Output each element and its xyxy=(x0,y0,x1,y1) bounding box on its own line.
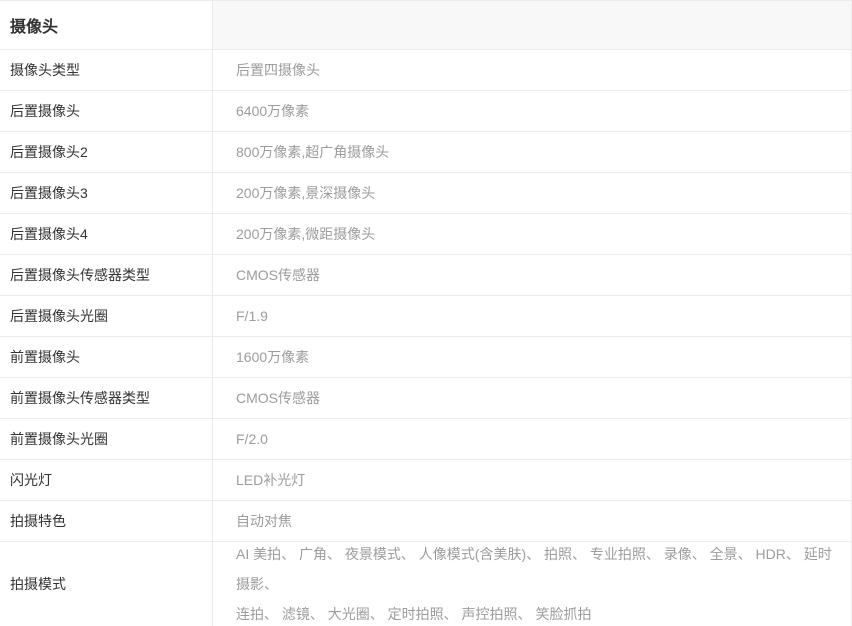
spec-row-front-camera: 前置摄像头 1600万像素 xyxy=(0,337,851,378)
spec-label: 闪光灯 xyxy=(0,460,212,501)
spec-label: 后置摄像头传感器类型 xyxy=(0,255,212,296)
spec-value: F/2.0 xyxy=(212,419,851,460)
spec-value: AI 美拍、 广角、 夜景模式、 人像模式(含美肤)、 拍照、 专业拍照、 录像… xyxy=(212,542,851,626)
section-header-cell: 摄像头 xyxy=(0,1,212,50)
spec-label: 后置摄像头 xyxy=(0,91,212,132)
camera-spec-table: 摄像头 摄像头类型 后置四摄像头 后置摄像头 6400万像素 后置摄像头2 80… xyxy=(0,0,852,626)
spec-value: CMOS传感器 xyxy=(212,378,851,419)
spec-row-rear-camera-3: 后置摄像头3 200万像素,景深摄像头 xyxy=(0,173,851,214)
section-header-row: 摄像头 xyxy=(0,1,851,50)
section-header-spacer xyxy=(212,1,851,50)
section-title: 摄像头 xyxy=(10,13,58,37)
spec-row-rear-aperture: 后置摄像头光圈 F/1.9 xyxy=(0,296,851,337)
spec-row-front-aperture: 前置摄像头光圈 F/2.0 xyxy=(0,419,851,460)
spec-row-shooting-modes: 拍摄模式 AI 美拍、 广角、 夜景模式、 人像模式(含美肤)、 拍照、 专业拍… xyxy=(0,542,851,626)
spec-value: 6400万像素 xyxy=(212,91,851,132)
spec-value: 1600万像素 xyxy=(212,337,851,378)
spec-row-front-sensor-type: 前置摄像头传感器类型 CMOS传感器 xyxy=(0,378,851,419)
spec-value: 后置四摄像头 xyxy=(212,50,851,91)
spec-row-flash: 闪光灯 LED补光灯 xyxy=(0,460,851,501)
spec-label: 后置摄像头3 xyxy=(0,173,212,214)
spec-value-line: 连拍、 滤镜、 大光圈、 定时拍照、 声控拍照、 笑脸抓拍 xyxy=(236,599,591,626)
spec-value: 200万像素,微距摄像头 xyxy=(212,214,851,255)
spec-label: 后置摄像头光圈 xyxy=(0,296,212,337)
spec-label: 拍摄模式 xyxy=(0,542,212,626)
spec-value: 自动对焦 xyxy=(212,501,851,542)
spec-row-rear-camera-2: 后置摄像头2 800万像素,超广角摄像头 xyxy=(0,132,851,173)
spec-row-shooting-feature: 拍摄特色 自动对焦 xyxy=(0,501,851,542)
spec-row-rear-camera: 后置摄像头 6400万像素 xyxy=(0,91,851,132)
spec-row-rear-sensor-type: 后置摄像头传感器类型 CMOS传感器 xyxy=(0,255,851,296)
spec-value: 200万像素,景深摄像头 xyxy=(212,173,851,214)
spec-label: 前置摄像头光圈 xyxy=(0,419,212,460)
spec-label: 后置摄像头4 xyxy=(0,214,212,255)
spec-value-line: AI 美拍、 广角、 夜景模式、 人像模式(含美肤)、 拍照、 专业拍照、 录像… xyxy=(236,539,841,599)
spec-label: 摄像头类型 xyxy=(0,50,212,91)
spec-label: 拍摄特色 xyxy=(0,501,212,542)
spec-label: 前置摄像头 xyxy=(0,337,212,378)
spec-value: F/1.9 xyxy=(212,296,851,337)
spec-row-camera-type: 摄像头类型 后置四摄像头 xyxy=(0,50,851,91)
spec-value: CMOS传感器 xyxy=(212,255,851,296)
spec-value: 800万像素,超广角摄像头 xyxy=(212,132,851,173)
spec-value: LED补光灯 xyxy=(212,460,851,501)
spec-row-rear-camera-4: 后置摄像头4 200万像素,微距摄像头 xyxy=(0,214,851,255)
spec-label: 前置摄像头传感器类型 xyxy=(0,378,212,419)
spec-label: 后置摄像头2 xyxy=(0,132,212,173)
